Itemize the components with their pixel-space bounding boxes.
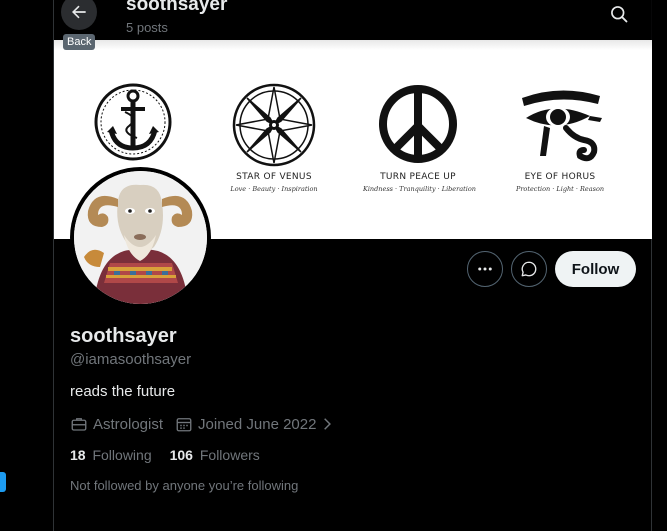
follow-button[interactable]: Follow: [555, 251, 636, 287]
left-sidebar: [0, 0, 53, 531]
symbol-name: STAR OF VENUS: [236, 172, 312, 182]
banner-symbol-star-of-venus: STAR OF VENUS Love · Beauty · Inspiratio…: [219, 82, 329, 193]
star-of-venus-icon: [232, 83, 316, 167]
symbol-subtitle: Kindness · Tranquility · Liberation: [363, 185, 476, 193]
sidebar-accent-marker: [0, 472, 6, 492]
display-name: soothsayer: [70, 325, 177, 347]
anchor-icon: [94, 83, 172, 161]
search-icon: [611, 6, 628, 23]
back-button[interactable]: [61, 0, 97, 30]
mutual-followers-note: Not followed by anyone you’re following: [70, 478, 299, 493]
profile-meta: Astrologist Joined June 2022: [70, 414, 351, 434]
banner-edge: [54, 40, 652, 50]
banner-symbol-anchor: [78, 82, 188, 170]
profession-label: Astrologist: [93, 415, 164, 433]
post-count: 5 posts: [126, 20, 168, 35]
peace-sign-icon: [379, 85, 457, 163]
more-button[interactable]: [467, 251, 503, 287]
user-handle: @iamasoothsayer: [70, 351, 192, 368]
briefcase-icon: [71, 418, 87, 431]
banner-symbol-eye-of-horus: EYE OF HORUS Protection · Light · Reason: [505, 82, 615, 193]
goat-soothsayer-image: [74, 171, 207, 304]
profile-column: STAR OF VENUS Love · Beauty · Inspiratio…: [53, 0, 652, 531]
message-button[interactable]: [511, 251, 547, 287]
more-icon: [478, 267, 492, 271]
followers-label: Followers: [199, 447, 260, 463]
joined-date[interactable]: Joined June 2022: [175, 415, 339, 433]
followers-link[interactable]: 106 Followers: [170, 447, 260, 463]
profession: Astrologist: [70, 415, 163, 433]
message-icon: [521, 261, 537, 277]
following-count: 18: [70, 447, 86, 463]
back-tooltip: Back: [63, 34, 96, 50]
following-label: Following: [92, 447, 152, 463]
profile-header: Back soothsayer 5 posts: [54, 0, 652, 50]
avatar-image: [74, 171, 207, 304]
avatar[interactable]: [70, 167, 211, 308]
arrow-left-icon: [72, 5, 86, 19]
symbol-subtitle: Love · Beauty · Inspiration: [230, 185, 318, 193]
joined-label: Joined June 2022: [198, 415, 317, 433]
symbol-subtitle: Protection · Light · Reason: [515, 185, 605, 193]
chevron-right-icon: [324, 418, 332, 430]
search-button[interactable]: [602, 0, 636, 31]
bio: reads the future: [70, 383, 176, 400]
symbol-name: TURN PEACE UP: [380, 172, 456, 182]
eye-of-horus-icon: [522, 90, 602, 162]
following-link[interactable]: 18 Following: [70, 447, 152, 463]
calendar-icon: [176, 418, 192, 432]
follow-stats: 18 Following 106 Followers: [70, 447, 278, 463]
banner-symbol-peace: TURN PEACE UP Kindness · Tranquility · L…: [363, 82, 476, 193]
symbol-name: EYE OF HORUS: [524, 172, 596, 182]
followers-count: 106: [169, 447, 193, 463]
page-title: soothsayer: [126, 0, 228, 15]
right-gutter: [652, 0, 667, 531]
